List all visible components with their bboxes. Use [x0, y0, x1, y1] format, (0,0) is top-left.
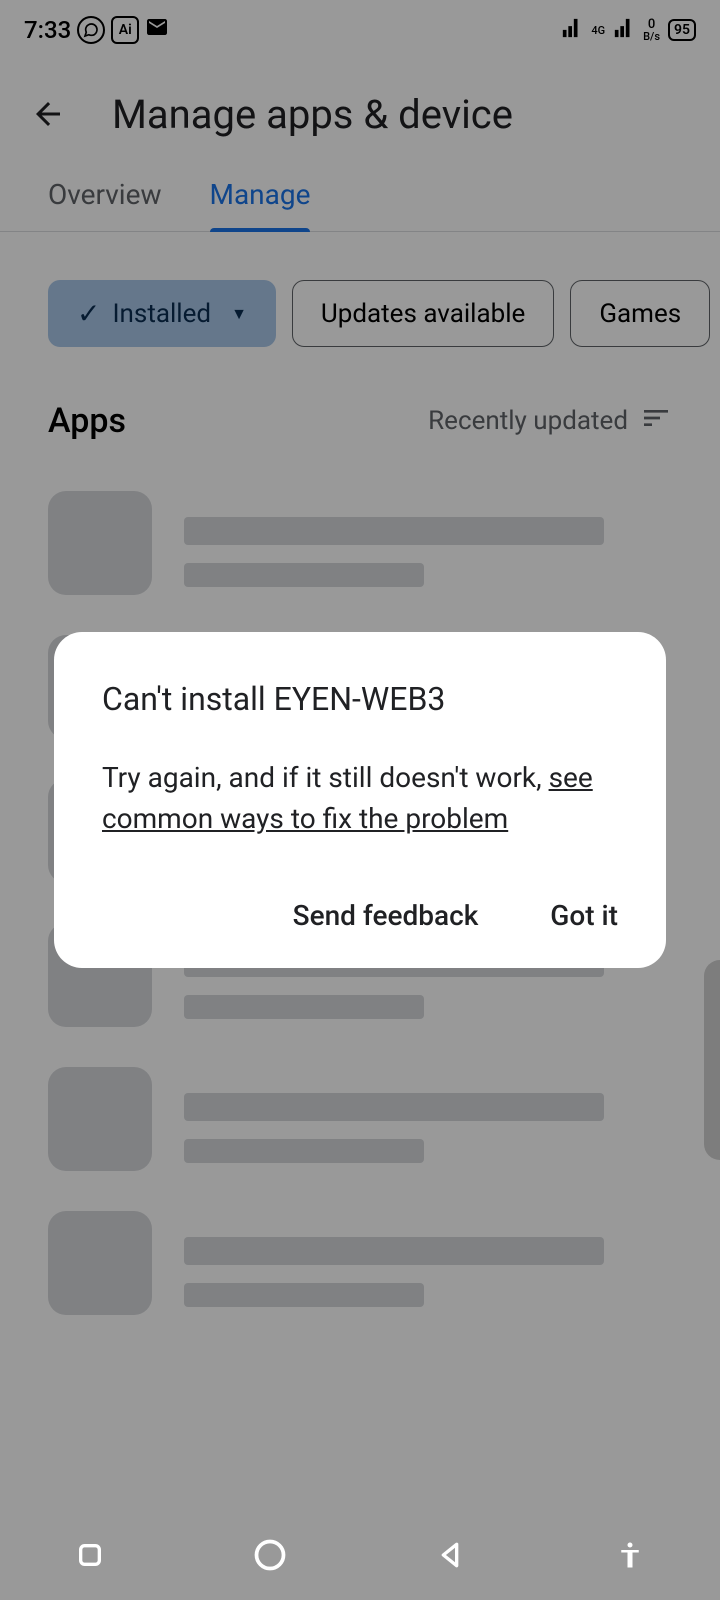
dialog-body: Try again, and if it still doesn't work,… — [102, 758, 618, 839]
modal-overlay[interactable]: Can't install EYEN-WEB3 Try again, and i… — [0, 0, 720, 1600]
nav-home-button[interactable] — [250, 1535, 290, 1575]
nav-accessibility-button[interactable] — [610, 1535, 650, 1575]
send-feedback-button[interactable]: Send feedback — [293, 899, 479, 932]
dialog-body-text: Try again, and if it still doesn't work, — [102, 761, 549, 794]
dialog-title: Can't install EYEN-WEB3 — [102, 680, 618, 718]
error-dialog: Can't install EYEN-WEB3 Try again, and i… — [54, 632, 666, 968]
got-it-button[interactable]: Got it — [550, 899, 618, 932]
nav-recent-button[interactable] — [70, 1535, 110, 1575]
nav-back-button[interactable] — [430, 1535, 470, 1575]
